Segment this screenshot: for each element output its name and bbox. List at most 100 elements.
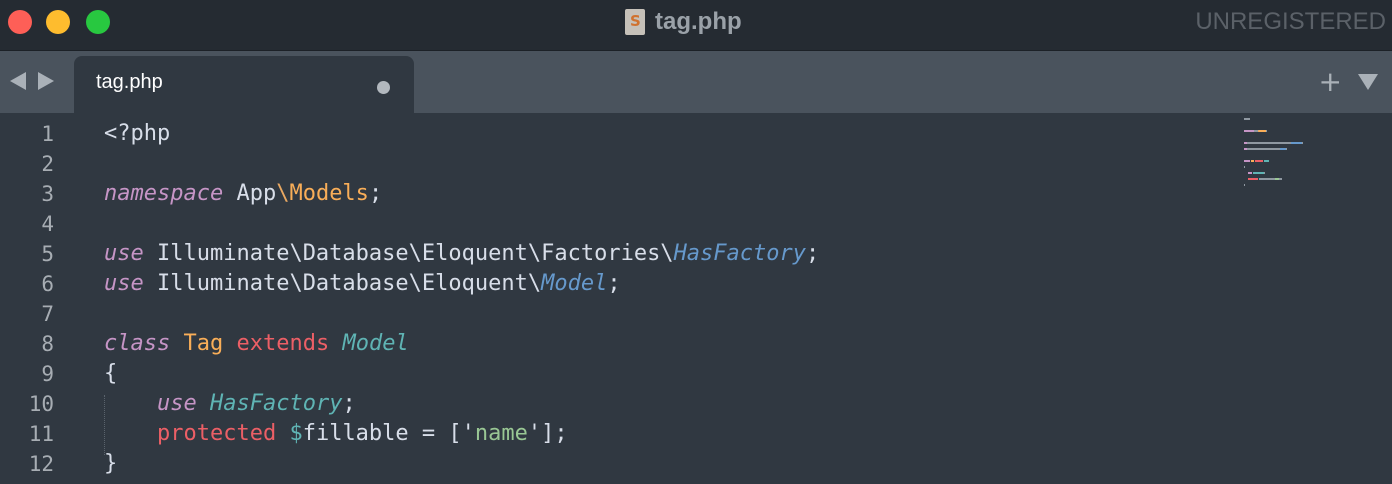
close-window-icon[interactable] [8, 10, 32, 34]
line-number: 5 [41, 242, 54, 266]
tab-bar: tag.php + [0, 51, 1392, 113]
minimap-segment [1291, 142, 1303, 144]
code-token: $ [289, 421, 303, 446]
code-token: Models [289, 181, 369, 206]
code-token: ' [461, 421, 475, 446]
minimap-segment [1260, 178, 1270, 180]
code-token: = [ [408, 421, 462, 446]
minimap-segment [1247, 142, 1292, 144]
code-token: ]; [541, 421, 568, 446]
code-token: namespace [104, 181, 224, 206]
window-title: tag.php [625, 6, 742, 38]
minimap-segment [1302, 142, 1304, 144]
code-area[interactable]: <?php namespace App\Models; use Illuminate… [104, 119, 819, 479]
zoom-window-icon[interactable] [86, 10, 110, 34]
minimap-line [1244, 159, 1354, 164]
code-token: Illuminate\Database\Eloquent\Factories\ [143, 241, 674, 266]
unsaved-dot-icon[interactable] [377, 81, 390, 94]
code-line[interactable]: } [104, 449, 819, 479]
minimap-line [1244, 177, 1354, 182]
code-token: Illuminate\Database\Eloquent\ [143, 271, 542, 296]
code-token: Model [541, 271, 608, 296]
code-line[interactable]: { [104, 359, 819, 389]
line-number: 4 [41, 212, 54, 236]
code-token: fillable [302, 421, 409, 446]
window-title-text: tag.php [655, 8, 742, 35]
minimap-line [1244, 117, 1354, 122]
minimap-segment [1244, 184, 1246, 186]
tab-label: tag.php [96, 71, 163, 93]
code-line[interactable]: namespace App\Models; [104, 179, 819, 209]
code-token: ; [607, 271, 621, 296]
code-line[interactable]: use HasFactory; [104, 389, 819, 419]
code-token: class [104, 331, 171, 356]
code-line[interactable] [104, 149, 819, 179]
minimap-line [1244, 123, 1354, 128]
minimap-segment [1244, 118, 1250, 120]
code-token: } [104, 451, 118, 476]
license-status: UNREGISTERED [1195, 8, 1386, 35]
line-number: 8 [41, 332, 54, 356]
code-line[interactable] [104, 209, 819, 239]
tab-tag-php[interactable]: tag.php [74, 56, 414, 113]
code-line[interactable]: class Tag extends Model [104, 329, 819, 359]
minimap-segment [1263, 160, 1270, 162]
minimap-segment [1285, 148, 1287, 150]
line-number-gutter: 1 2 3 4 5 6 7 8 9 10 11 12 [0, 119, 54, 479]
nav-back-icon[interactable] [10, 72, 26, 90]
minimap-segment [1254, 160, 1263, 162]
minimap-line [1244, 153, 1354, 158]
code-line[interactable]: use Illuminate\Database\Eloquent\Factori… [104, 239, 819, 269]
code-token: use [104, 271, 144, 296]
nav-forward-icon[interactable] [38, 72, 54, 90]
code-token: \ [276, 181, 290, 206]
line-number: 10 [28, 392, 54, 416]
line-number: 3 [41, 182, 54, 206]
code-token: App [223, 181, 277, 206]
line-number: 6 [41, 272, 54, 296]
dropdown-icon[interactable] [1358, 74, 1378, 90]
minimap-segment [1248, 178, 1259, 180]
minimap-segment [1265, 130, 1268, 132]
line-number: 12 [28, 452, 54, 476]
code-line[interactable]: protected $fillable = ['name']; [104, 419, 819, 449]
code-line[interactable]: use Illuminate\Database\Eloquent\Model; [104, 269, 819, 299]
code-token: ; [806, 241, 820, 266]
minimap[interactable] [1244, 117, 1354, 186]
code-token: use [104, 241, 144, 266]
line-number: 9 [41, 362, 54, 386]
minimap-line [1244, 183, 1354, 188]
code-token: ; [368, 181, 383, 206]
plus-icon[interactable]: + [1319, 65, 1342, 98]
minimap-line [1244, 147, 1354, 152]
code-line[interactable] [104, 299, 819, 329]
code-line[interactable]: <?php [104, 119, 819, 149]
code-token: extends [236, 331, 330, 356]
sublime-file-icon [625, 9, 645, 35]
code-token: HasFactory [673, 241, 807, 266]
code-token: HasFactory [209, 391, 343, 416]
minimap-line [1244, 165, 1354, 170]
indent-guide [104, 395, 105, 455]
code-token: name [474, 421, 528, 446]
minimize-window-icon[interactable] [46, 10, 70, 34]
minimap-segment [1259, 130, 1266, 132]
code-editor[interactable]: 1 2 3 4 5 6 7 8 9 10 11 12 <?php namespace App\Model… [0, 113, 1392, 484]
code-token: Tag [183, 331, 224, 356]
code-token: use [156, 391, 197, 416]
line-number: 1 [41, 122, 54, 146]
minimap-line [1244, 171, 1354, 176]
code-token: ' [527, 421, 542, 446]
title-bar: tag.php UNREGISTERED [0, 0, 1392, 51]
minimap-segment [1244, 166, 1246, 168]
minimap-segment [1244, 130, 1254, 132]
minimap-line [1244, 141, 1354, 146]
minimap-line [1244, 135, 1354, 140]
minimap-segment [1263, 172, 1265, 174]
code-token: protected [156, 421, 277, 446]
